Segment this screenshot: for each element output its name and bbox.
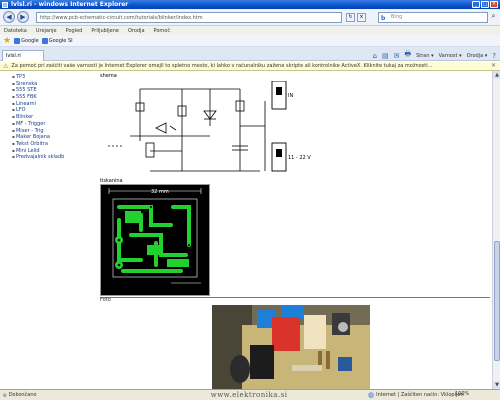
status-bar: e Dokončano www.elektronika.si ◍ Interne… xyxy=(0,389,500,400)
infobar-text: Za pomoč pri zaščiti vaše varnosti je In… xyxy=(11,63,433,69)
home-icon[interactable]: ⌂ xyxy=(373,52,377,60)
safety-menu[interactable]: Varnost ▾ xyxy=(439,53,462,59)
status-text: Dokončano xyxy=(8,392,37,398)
favorite-google[interactable]: Google xyxy=(14,37,39,44)
schematic-label: shema xyxy=(100,73,117,79)
zoom-level[interactable]: 100% xyxy=(455,391,469,397)
pcb-layout-image: 32 mm xyxy=(100,184,210,296)
photo-label: Foto xyxy=(100,297,111,303)
security-zone[interactable]: ◍ Internet | Zaščiten način: Vklopljen xyxy=(368,391,464,399)
address-toolbar: ◀ ▶ http://www.pcb-schematic-circuit.com… xyxy=(0,9,500,26)
scroll-up-icon[interactable]: ▲ xyxy=(493,71,500,79)
print-icon[interactable]: 🖶 xyxy=(405,50,412,61)
sidebar-item[interactable]: MF - Trigger xyxy=(12,121,64,128)
favorite-google-si-label: Google SI xyxy=(48,37,73,44)
zone-text: Internet | Zaščiten način: Vklopljen xyxy=(376,392,464,398)
menu-help[interactable]: Pomoč xyxy=(154,28,171,34)
menu-tools[interactable]: Orodja xyxy=(128,28,145,34)
schematic-diagram xyxy=(108,81,287,172)
menu-view[interactable]: Pogled xyxy=(66,28,83,34)
google-icon xyxy=(14,37,21,44)
search-input[interactable]: b Bing xyxy=(378,12,488,23)
command-bar: ⌂ ▤ ✉ 🖶 Stran ▾ Varnost ▾ Orodja ▾ ? xyxy=(373,50,496,61)
tools-menu[interactable]: Orodja ▾ xyxy=(467,53,488,59)
section-divider xyxy=(100,297,490,298)
sidebar-item[interactable]: 555 STE xyxy=(12,87,64,94)
favorites-star-icon[interactable]: ★ xyxy=(3,36,11,46)
minimize-button[interactable]: _ xyxy=(472,1,480,8)
sidebar-item[interactable]: Maker Bojana xyxy=(12,134,64,141)
security-infobar[interactable]: ⚠ Za pomoč pri zaščiti vaše varnosti je … xyxy=(0,62,500,71)
menu-edit[interactable]: Urejanje xyxy=(36,28,57,34)
sidebar-item[interactable]: Predvajalnik skladb xyxy=(12,154,64,161)
sidebar-item[interactable]: Tekst Orbitra xyxy=(12,141,64,148)
schematic-power-label: 11 - 22 V xyxy=(288,155,311,161)
sidebar-item[interactable]: Mixer - Trig xyxy=(12,128,64,135)
bing-icon: b xyxy=(381,15,386,22)
sidebar-tree: TP3 Sirenska 555 STE 555 FBK Linearni LF… xyxy=(12,74,64,161)
mail-icon[interactable]: ✉ xyxy=(394,52,400,60)
page-content: TP3 Sirenska 555 STE 555 FBK Linearni LF… xyxy=(0,71,492,389)
close-button[interactable]: × xyxy=(490,1,498,8)
search-placeholder: Bing xyxy=(391,14,403,20)
sidebar-item[interactable]: Linearni xyxy=(12,101,64,108)
pcb-dimension-label: 32 mm xyxy=(151,189,169,195)
sidebar-item[interactable]: 555 FBK xyxy=(12,94,64,101)
schematic-terminal-label: IN xyxy=(288,93,294,99)
globe-icon: ◍ xyxy=(368,391,375,399)
infobar-close-icon[interactable]: × xyxy=(491,62,496,69)
page-menu[interactable]: Stran ▾ xyxy=(416,53,434,59)
favorite-google-si[interactable]: Google SI xyxy=(41,37,73,44)
ie-app-icon xyxy=(2,1,8,8)
sidebar-item[interactable]: Blinker xyxy=(12,114,64,121)
sidebar-item[interactable]: Mini Lelid xyxy=(12,148,64,155)
favorite-google-label: Google xyxy=(21,37,39,44)
pcb-tracks: 32 mm xyxy=(108,188,202,284)
refresh-icon[interactable]: ↻ xyxy=(346,13,355,22)
ie-status-icon: e xyxy=(3,391,7,399)
menu-bar: Datoteka Urejanje Pogled Priljubljene Or… xyxy=(0,26,500,35)
sidebar-item[interactable]: TP3 xyxy=(12,74,64,81)
tab-bar: lvlsl.ri ⌂ ▤ ✉ 🖶 Stran ▾ Varnost ▾ Orodj… xyxy=(0,47,500,61)
sidebar-item[interactable]: LFO xyxy=(12,107,64,114)
back-button[interactable]: ◀ xyxy=(3,11,15,23)
warning-icon: ⚠ xyxy=(3,62,9,70)
menu-favorites[interactable]: Priljubljene xyxy=(91,28,119,34)
window-titlebar[interactable]: lvlsl.ri - windows Internet Explorer _ □… xyxy=(0,0,500,9)
stop-icon[interactable]: × xyxy=(357,13,366,22)
google-icon xyxy=(41,37,48,44)
help-icon[interactable]: ? xyxy=(492,52,496,60)
sidebar-item[interactable]: Sirenska xyxy=(12,81,64,88)
photo-drawing xyxy=(212,305,370,389)
watermark-text: www.elektronika.si xyxy=(210,391,288,399)
scroll-down-icon[interactable]: ▼ xyxy=(493,381,500,389)
scroll-thumb[interactable] xyxy=(494,241,500,361)
vertical-scrollbar[interactable]: ▲ ▼ xyxy=(492,71,500,389)
tab-current[interactable]: lvlsl.ri xyxy=(2,50,44,61)
favorites-bar: ★ Google Google SI xyxy=(0,35,500,47)
address-input[interactable]: http://www.pcb-schematic-circuit.com/tut… xyxy=(36,12,342,23)
maximize-button[interactable]: □ xyxy=(481,1,489,8)
url-text: http://www.pcb-schematic-circuit.com/tut… xyxy=(40,14,203,21)
window-title: lvlsl.ri - windows Internet Explorer xyxy=(11,1,129,8)
assembled-board-photo xyxy=(212,305,370,389)
menu-file[interactable]: Datoteka xyxy=(4,28,27,34)
search-icon[interactable]: ⌕ xyxy=(489,12,498,23)
forward-button[interactable]: ▶ xyxy=(17,11,29,23)
feeds-icon[interactable]: ▤ xyxy=(382,52,389,60)
